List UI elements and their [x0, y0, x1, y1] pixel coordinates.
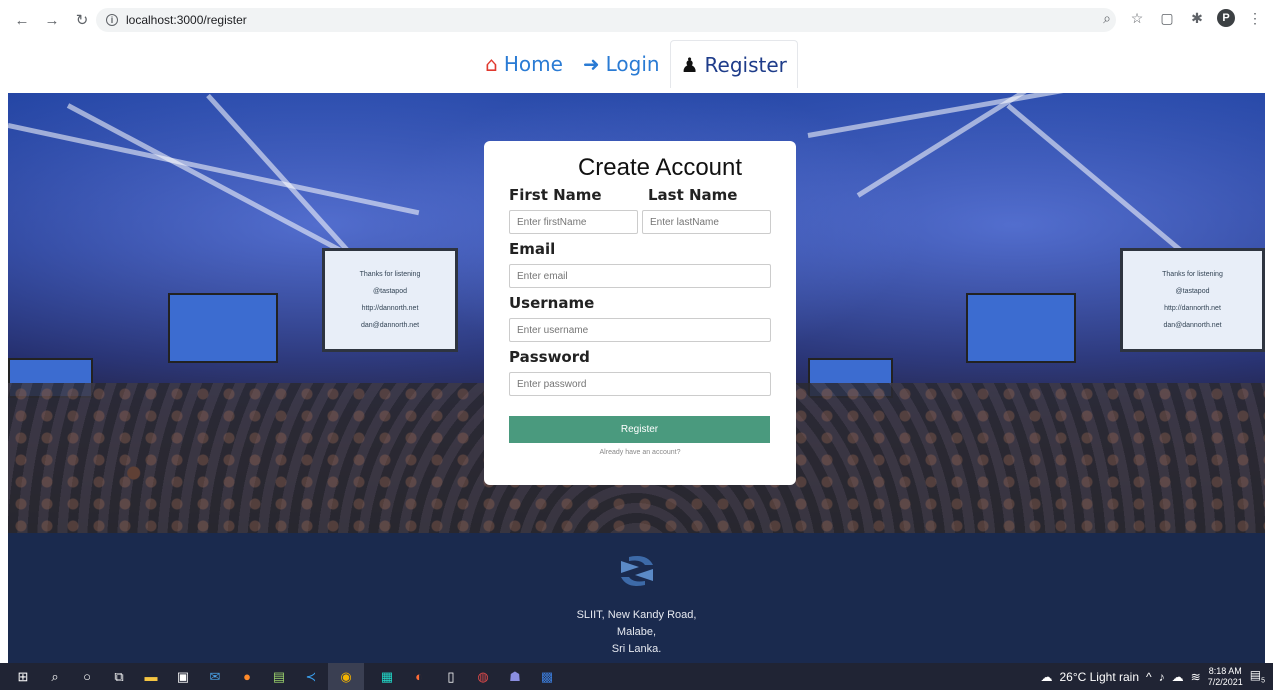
logo-icon [617, 553, 657, 589]
search-icon[interactable]: ⌕ [46, 668, 64, 686]
firefox-icon[interactable]: ● [238, 668, 256, 686]
url-text[interactable]: localhost:3000/register [126, 13, 247, 27]
ceiling-beam [8, 123, 420, 216]
puzzle-icon[interactable]: ✱ [1187, 8, 1207, 28]
weather-icon[interactable]: ☁ [1040, 670, 1052, 684]
notification-count: 5 [1261, 677, 1265, 685]
bookmark-star-icon[interactable]: ☆ [1127, 8, 1147, 28]
screen-text: @tastapod [373, 288, 407, 295]
browser-actions: ⌕ ☆ ▢ ✱ P ⋮ [1097, 8, 1265, 28]
address-line: Sri Lanka. [611, 643, 662, 655]
form-title: Create Account [577, 154, 743, 181]
zoom-icon[interactable]: ⌕ [1097, 8, 1117, 28]
screen-text: @tastapod [1175, 288, 1210, 295]
weather-text[interactable]: 26°C Light rain [1059, 670, 1139, 684]
password-input[interactable] [509, 372, 771, 396]
windows-start-icon[interactable]: ⊞ [14, 668, 32, 686]
app-icon[interactable]: ◍ [474, 668, 492, 686]
network-icon[interactable]: ≋ [1191, 670, 1201, 684]
presentation-screen-right: Thanks for listening @tastapod http://da… [1120, 248, 1265, 352]
clock[interactable]: 8:18 AM 7/2/2021 [1208, 666, 1243, 688]
side-screen [168, 293, 278, 363]
browser-toolbar: ← → ↻ i localhost:3000/register ⌕ ☆ ▢ ✱ … [0, 0, 1273, 40]
nav-register-label: Register [704, 52, 787, 77]
clock-date: 7/2/2021 [1207, 676, 1243, 687]
screen-text: Thanks for listening [1162, 271, 1223, 278]
app-navbar: ⌂ Home ➜ Login ♟ Register [0, 40, 1273, 93]
screen-text: dan@dannorth.net [360, 322, 420, 329]
chrome-icon[interactable]: ◉ [328, 663, 364, 690]
user-icon: ♟ [680, 52, 699, 77]
webstorm-icon[interactable]: ▦ [378, 668, 396, 686]
arrow-right-icon: ➜ [582, 52, 600, 76]
username-label: Username [509, 294, 595, 312]
email-input[interactable] [509, 264, 771, 288]
screen-text: Thanks for listening [359, 271, 421, 278]
email-label: Email [509, 240, 556, 258]
nav-register-link[interactable]: ♟ Register [669, 40, 798, 88]
first-name-input[interactable] [509, 210, 638, 234]
reload-icon[interactable]: ↻ [70, 8, 94, 32]
register-button[interactable]: Register [509, 416, 770, 443]
extension-icon[interactable]: ▢ [1157, 8, 1177, 28]
clock-time: 8:18 AM [1208, 665, 1242, 676]
ceiling-beam [807, 93, 1252, 138]
chevron-up-icon[interactable]: ^ [1146, 670, 1152, 684]
forward-icon[interactable]: → [40, 8, 64, 32]
cortana-icon[interactable]: ○ [78, 668, 96, 686]
first-name-label: First Name [509, 186, 602, 204]
home-icon: ⌂ [485, 52, 498, 76]
task-view-icon[interactable]: ⧉ [110, 668, 128, 686]
info-icon[interactable]: i [106, 14, 118, 26]
password-label: Password [509, 348, 590, 366]
address-bar[interactable]: i localhost:3000/register [96, 8, 1116, 32]
login-link[interactable]: Already have an account? [509, 449, 771, 456]
screen-text: http://dannorth.net [361, 305, 419, 312]
ceiling-beam [856, 93, 1182, 198]
document-icon[interactable]: ▯ [442, 668, 460, 686]
nav-home-link[interactable]: ⌂ Home [475, 40, 573, 88]
screen-text: dan@dannorth.net [1163, 322, 1222, 329]
footer-address: SLIIT, New Kandy Road, Malabe, Sri Lanka… [577, 607, 697, 658]
nav-login-link[interactable]: ➜ Login [573, 40, 670, 88]
screen-text: http://dannorth.net [1164, 305, 1221, 312]
side-screen [966, 293, 1076, 363]
menu-icon[interactable]: ⋮ [1245, 8, 1265, 28]
site-footer: SLIIT, New Kandy Road, Malabe, Sri Lanka… [8, 533, 1265, 663]
volume-icon[interactable]: ♪ [1159, 670, 1165, 684]
profile-avatar[interactable]: P [1217, 9, 1235, 27]
nav-login-label: Login [605, 52, 660, 76]
postman-icon[interactable]: ◐ [410, 668, 428, 686]
presentation-screen-left: Thanks for listening @tastapod http://da… [322, 248, 458, 352]
teams-icon[interactable]: ☗ [506, 668, 524, 686]
last-name-label: Last Name [648, 186, 738, 204]
back-icon[interactable]: ← [10, 8, 34, 32]
mail-icon[interactable]: ✉ [206, 668, 224, 686]
onedrive-icon[interactable]: ☁ [1172, 670, 1184, 684]
system-tray: ☁ 26°C Light rain ^ ♪ ☁ ≋ 8:18 AM 7/2/20… [1040, 663, 1265, 690]
notification-icon[interactable]: ▤5 [1250, 668, 1265, 684]
word-icon[interactable]: ▩ [538, 668, 556, 686]
store-icon[interactable]: ▣ [174, 668, 192, 686]
nav-home-label: Home [503, 52, 563, 76]
vscode-icon[interactable]: ≺ [302, 668, 320, 686]
address-line: Malabe, [616, 626, 657, 638]
last-name-input[interactable] [642, 210, 771, 234]
file-explorer-icon[interactable]: ▬ [142, 668, 160, 686]
username-input[interactable] [509, 318, 771, 342]
windows-taskbar: ⊞ ⌕ ○ ⧉ ▬ ▣ ✉ ● ▤ ≺ ◉ ▦ ◐ ▯ ◍ ☗ ▩ ☁ 26°C… [0, 663, 1273, 690]
address-line: SLIIT, New Kandy Road, [576, 609, 697, 621]
notepad-icon[interactable]: ▤ [270, 668, 288, 686]
register-form-card: Create Account First Name Last Name Emai… [484, 141, 796, 485]
